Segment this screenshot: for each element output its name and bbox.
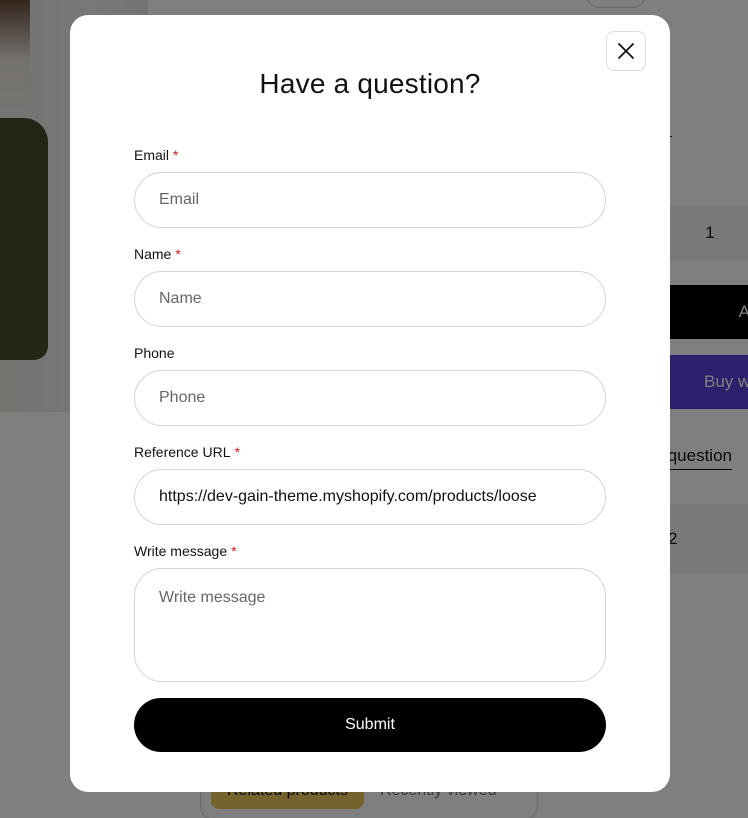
name-input[interactable] xyxy=(134,271,606,327)
message-label: Write message * xyxy=(134,543,237,559)
close-button[interactable] xyxy=(606,31,646,71)
required-marker: * xyxy=(175,246,181,262)
email-label: Email * xyxy=(134,147,178,163)
reference-url-label: Reference URL * xyxy=(134,444,240,460)
message-label-text: Write message xyxy=(134,543,228,559)
question-modal: Have a question? Email* Name* Phone Refe… xyxy=(70,15,670,792)
required-marker: * xyxy=(231,543,237,559)
name-label: Name * xyxy=(134,246,181,262)
required-marker: * xyxy=(173,147,179,163)
modal-title: Have a question? xyxy=(259,68,481,99)
name-label-text: Name xyxy=(134,246,172,262)
submit-button[interactable]: Submit xyxy=(134,698,606,752)
reference-url-label-text: Reference URL xyxy=(134,444,231,460)
message-textarea[interactable] xyxy=(134,568,606,682)
close-icon xyxy=(618,43,634,59)
phone-input[interactable] xyxy=(134,370,606,426)
phone-label-text: Phone xyxy=(134,345,175,361)
reference-url-input[interactable] xyxy=(134,469,606,525)
phone-label: Phone xyxy=(134,345,174,361)
required-marker: * xyxy=(234,444,240,460)
email-label-text: Email xyxy=(134,147,170,163)
email-input[interactable] xyxy=(134,172,606,228)
